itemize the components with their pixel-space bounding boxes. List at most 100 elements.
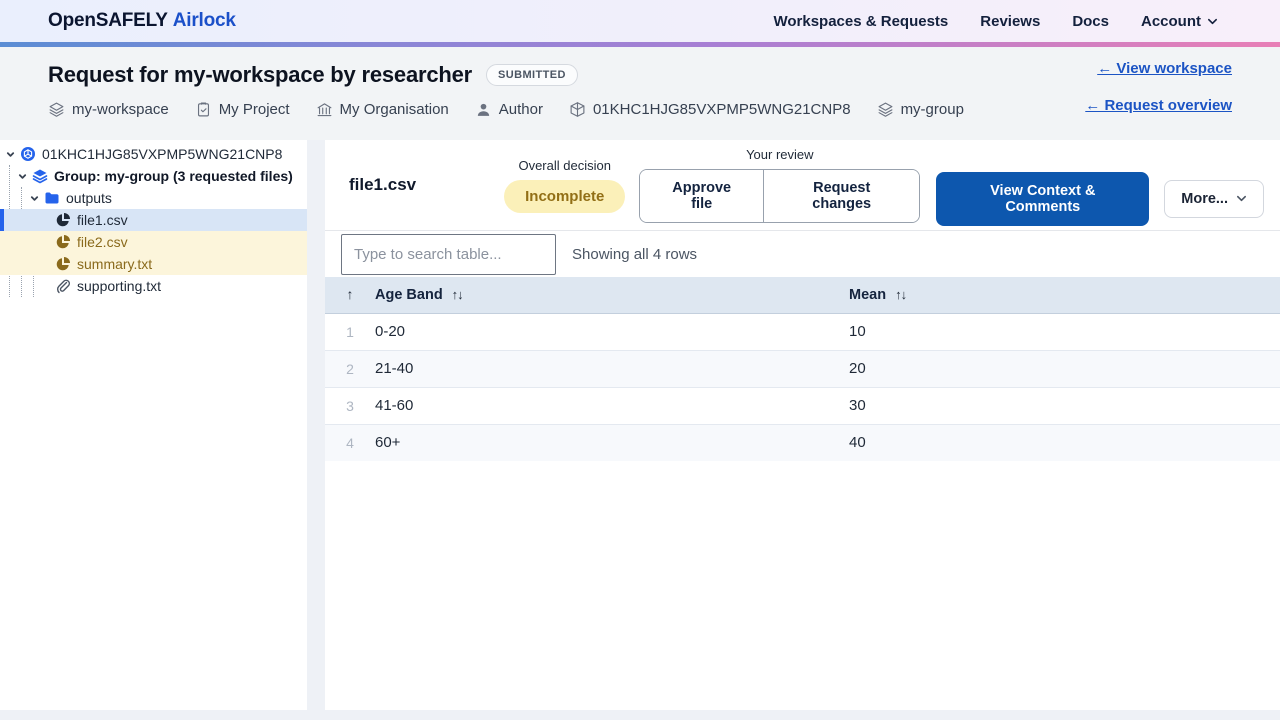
nav-label: Docs (1072, 12, 1109, 30)
view-context-comments-button[interactable]: View Context & Comments (936, 171, 1150, 226)
table-row: 2 21-40 20 (325, 349, 1280, 387)
meta-group: my-group (877, 101, 964, 118)
nav-account-dropdown[interactable]: Account (1141, 13, 1218, 30)
nav-menu: Workspaces & Requests Reviews Docs Accou… (773, 13, 1218, 30)
mean-cell: 10 (849, 323, 866, 340)
tree-item-label: 01KHC1HJG85VXPMP5WNG21CNP8 (42, 146, 283, 162)
panel-gap (307, 140, 325, 710)
row-number: 4 (325, 423, 375, 461)
meta-label: My Organisation (339, 101, 449, 118)
file-chart-icon (55, 234, 71, 250)
age-band-column-header[interactable]: Age Band ↑↓ (375, 277, 849, 314)
clipboard-icon (197, 102, 209, 117)
folder-icon (44, 190, 60, 206)
review-button-group: Approve file Request changes (639, 169, 921, 223)
file-title: file1.csv (349, 175, 417, 194)
table-row: 3 41-60 30 (325, 386, 1280, 424)
tree-item-label: file2.csv (77, 234, 128, 250)
tree-item-outputs-folder[interactable]: outputs (0, 187, 307, 209)
overall-decision-label: Overall decision (518, 157, 611, 173)
table-row: 4 60+ 40 (325, 423, 1280, 461)
chevron-down-icon[interactable] (4, 148, 17, 161)
chevron-down-icon (1208, 18, 1217, 24)
nav-docs[interactable]: Docs (1072, 13, 1109, 30)
status-badge: SUBMITTED (486, 64, 578, 86)
nav-workspaces-requests[interactable]: Workspaces & Requests (773, 13, 948, 30)
tree-item-summary[interactable]: summary.txt (0, 253, 307, 275)
tree-item-label: file1.csv (77, 212, 128, 228)
table-row: 1 0-20 10 (325, 313, 1280, 350)
nav-label: Account (1141, 12, 1201, 30)
meta-label: My Project (218, 101, 290, 118)
table-header-row: ↑ Age Band ↑↓ Mean ↑↓ (325, 277, 1280, 314)
logo-accent: Airlock (172, 10, 236, 31)
paperclip-icon (55, 278, 71, 294)
view-workspace-link[interactable]: ← View workspace (1097, 60, 1232, 77)
rows-status: Showing all 4 rows (572, 245, 698, 263)
layers-icon (49, 102, 64, 117)
your-review-label: Your review (746, 147, 814, 162)
meta-author: Author (475, 101, 543, 118)
approve-file-button[interactable]: Approve file (640, 170, 764, 222)
nav-label: Reviews (980, 12, 1041, 30)
meta-label: 01KHC1HJG85VXPMP5WNG21CNP8 (592, 101, 851, 118)
decision-badge: Incomplete (504, 179, 626, 213)
sort-both-icon: ↑↓ (895, 287, 907, 303)
chevron-down-icon[interactable] (28, 192, 41, 205)
request-changes-button[interactable]: Request changes (763, 170, 920, 222)
data-table: ↑ Age Band ↑↓ Mean ↑↓ 1 0-20 10 2 21-40 … (325, 277, 1280, 461)
search-input[interactable] (341, 233, 556, 275)
tree-item-file2[interactable]: file2.csv (0, 231, 307, 253)
nav-reviews[interactable]: Reviews (980, 13, 1040, 30)
overall-decision-group: Overall decision Incomplete (504, 157, 626, 213)
selected-indicator (0, 209, 4, 231)
user-icon (477, 103, 489, 116)
logo-primary: OpenSAFELY (48, 10, 168, 31)
row-number: 3 (325, 386, 375, 424)
more-actions-button[interactable]: More... (1164, 179, 1264, 218)
age-band-cell: 60+ (375, 423, 849, 461)
file-tree-sidebar: 01KHC1HJG85VXPMP5WNG21CNP8 Group: my-gro… (0, 140, 307, 710)
file-review-panel: file1.csv Overall decision Incomplete Yo… (325, 140, 1280, 710)
index-column-header[interactable]: ↑ (325, 277, 375, 314)
meta-project: My Project (195, 101, 290, 118)
mean-cell: 40 (849, 423, 1280, 461)
meta-label: my-group (900, 101, 964, 118)
nav-label: Workspaces & Requests (773, 12, 949, 30)
tree-item-supporting[interactable]: supporting.txt (0, 275, 307, 297)
mean-cell: 30 (849, 386, 1280, 424)
bank-icon (317, 103, 331, 117)
more-label: More... (1181, 190, 1228, 207)
your-review-group: Your review Approve file Request changes (639, 147, 921, 223)
tree-item-request[interactable]: 01KHC1HJG85VXPMP5WNG21CNP8 (0, 143, 307, 165)
chevron-down-icon[interactable] (16, 170, 29, 183)
tree-item-group[interactable]: Group: my-group (3 requested files) (0, 165, 307, 187)
layers-icon (878, 102, 893, 117)
mean-column-header[interactable]: Mean ↑↓ (849, 277, 1280, 314)
request-header: Request for my-workspace by researcher S… (0, 47, 1280, 140)
request-icon (20, 146, 36, 162)
chevron-down-icon (1237, 195, 1246, 202)
file-header-bar: file1.csv Overall decision Incomplete Yo… (325, 140, 1280, 231)
cube-icon (570, 102, 585, 117)
tree-item-label: Group: my-group (3 requested files) (54, 168, 293, 184)
tree-item-label: supporting.txt (77, 278, 162, 294)
column-label: Age Band (375, 286, 443, 303)
top-navbar: OpenSAFELY Airlock Workspaces & Requests … (0, 0, 1280, 42)
tree-item-file1[interactable]: file1.csv (0, 209, 307, 231)
sort-both-icon: ↑↓ (451, 287, 464, 303)
meta-label: my-workspace (72, 101, 169, 118)
content-region: 01KHC1HJG85VXPMP5WNG21CNP8 Group: my-gro… (0, 140, 1280, 710)
header-links: ← View workspace ← Request overview (1085, 60, 1232, 114)
meta-label: Author (498, 101, 543, 118)
mean-cell: 20 (849, 349, 1280, 387)
tree-item-label: summary.txt (77, 256, 153, 272)
meta-organisation: My Organisation (316, 101, 449, 118)
file-chart-icon (55, 212, 71, 228)
app-logo[interactable]: OpenSAFELY Airlock (48, 10, 236, 32)
sort-asc-icon: ↑ (346, 286, 354, 303)
page-title: Request for my-workspace by researcher (48, 62, 473, 87)
meta-workspace: my-workspace (48, 101, 169, 118)
request-overview-link[interactable]: ← Request overview (1085, 97, 1232, 114)
age-band-cell: 0-20 (375, 323, 406, 340)
